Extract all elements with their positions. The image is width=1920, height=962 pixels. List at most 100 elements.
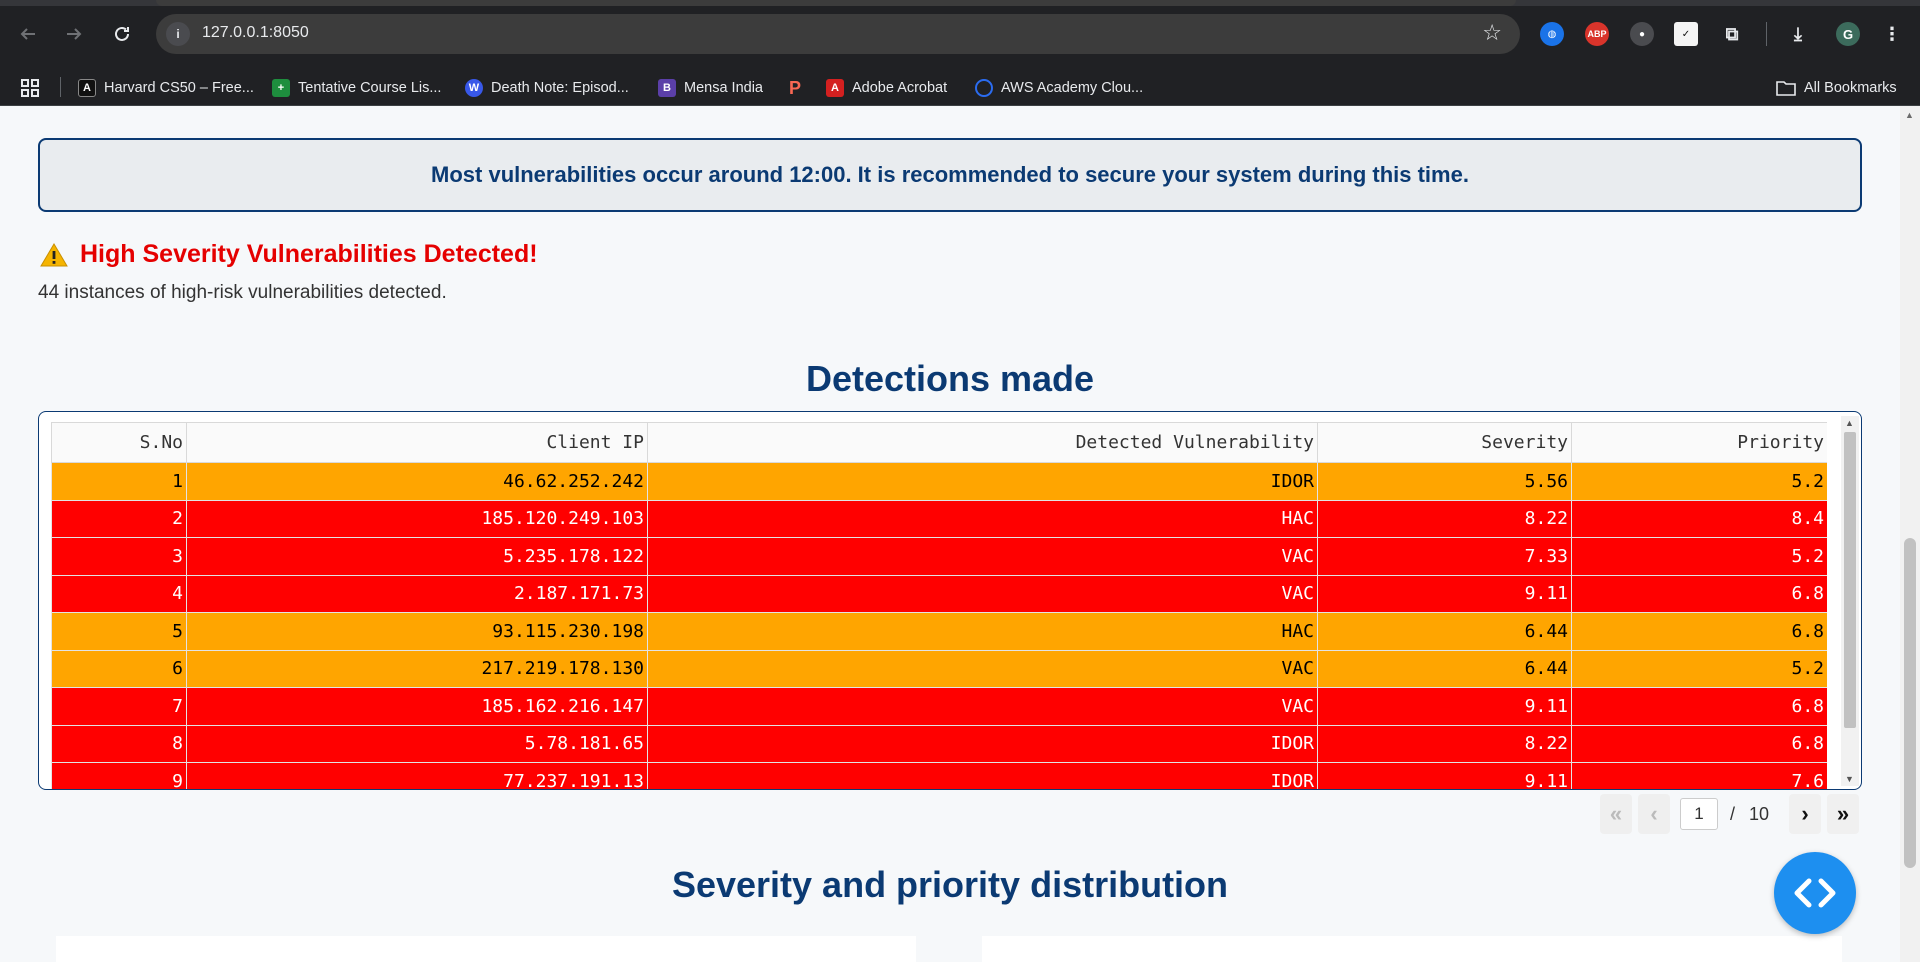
page-scroll-thumb[interactable] bbox=[1904, 538, 1916, 868]
site-info-icon[interactable]: i bbox=[166, 22, 190, 46]
extension-record-icon[interactable]: ● bbox=[1630, 22, 1654, 46]
cell-priority[interactable]: 6.8 bbox=[1571, 724, 1827, 763]
table-row[interactable]: 9 77.237.191.13 IDOR 9.11 7.6 bbox=[51, 762, 1827, 789]
bookmark-star-icon[interactable]: ☆ bbox=[1482, 20, 1502, 46]
previous-page-button[interactable]: ‹ bbox=[1638, 794, 1670, 834]
browser-menu-icon[interactable]: ⋮ bbox=[1880, 22, 1904, 46]
page-scrollbar[interactable]: ▲ bbox=[1900, 106, 1920, 962]
cell-vulnerability[interactable]: VAC bbox=[647, 574, 1318, 613]
cell-severity[interactable]: 9.11 bbox=[1317, 687, 1572, 726]
scroll-up-arrow-icon[interactable]: ▲ bbox=[1845, 418, 1854, 428]
cell-severity[interactable]: 6.44 bbox=[1317, 649, 1572, 688]
cell-vulnerability[interactable]: IDOR bbox=[647, 762, 1318, 789]
cell-vulnerability[interactable]: IDOR bbox=[647, 724, 1318, 763]
adblock-plus-icon[interactable]: ABP bbox=[1585, 22, 1609, 46]
cell-sno[interactable]: 6 bbox=[51, 649, 187, 688]
column-header-severity[interactable]: Severity bbox=[1317, 422, 1572, 463]
cell-severity[interactable]: 8.22 bbox=[1317, 499, 1572, 538]
column-header-priority[interactable]: Priority bbox=[1571, 422, 1827, 463]
cell-vulnerability[interactable]: VAC bbox=[647, 649, 1318, 688]
cell-priority[interactable]: 5.2 bbox=[1571, 462, 1827, 501]
table-row[interactable]: 6 217.219.178.130 VAC 6.44 5.2 bbox=[51, 649, 1827, 688]
detections-table-scroll[interactable]: S.No Client IP Detected Vulnerability Se… bbox=[51, 422, 1827, 789]
column-header-vulnerability[interactable]: Detected Vulnerability bbox=[647, 422, 1318, 463]
cell-priority[interactable]: 6.8 bbox=[1571, 687, 1827, 726]
table-scrollbar[interactable]: ▲ ▼ bbox=[1841, 416, 1859, 786]
table-row[interactable]: 7 185.162.216.147 VAC 9.11 6.8 bbox=[51, 687, 1827, 726]
bookmark-acrobat[interactable]: A Adobe Acrobat bbox=[826, 77, 947, 99]
bookmark-cs50[interactable]: A Harvard CS50 – Free... bbox=[78, 77, 254, 99]
cell-client-ip[interactable]: 77.237.191.13 bbox=[186, 762, 648, 789]
cell-vulnerability[interactable]: HAC bbox=[647, 499, 1318, 538]
back-button[interactable] bbox=[12, 18, 44, 50]
all-bookmarks-folder[interactable]: All Bookmarks bbox=[1776, 77, 1897, 99]
active-tab[interactable] bbox=[156, 0, 1516, 6]
bookmark-aws-academy[interactable]: AWS Academy Clou... bbox=[975, 77, 1143, 99]
extensions-puzzle-icon[interactable]: ⧉ bbox=[1720, 22, 1744, 46]
cell-severity[interactable]: 9.11 bbox=[1317, 762, 1572, 789]
last-page-button[interactable]: » bbox=[1827, 794, 1860, 834]
table-row[interactable]: 1 46.62.252.242 IDOR 5.56 5.2 bbox=[51, 462, 1827, 501]
scroll-down-arrow-icon[interactable]: ▼ bbox=[1845, 774, 1854, 784]
first-page-button[interactable]: « bbox=[1600, 794, 1632, 834]
bookmark-death-note[interactable]: W Death Note: Episod... bbox=[465, 77, 629, 99]
cell-sno[interactable]: 1 bbox=[51, 462, 187, 501]
cell-vulnerability[interactable]: IDOR bbox=[647, 462, 1318, 501]
cell-severity[interactable]: 9.11 bbox=[1317, 574, 1572, 613]
cell-sno[interactable]: 9 bbox=[51, 762, 187, 789]
forward-button[interactable] bbox=[58, 18, 90, 50]
chevron-left-icon: ‹ bbox=[1650, 801, 1658, 826]
column-header-client-ip[interactable]: Client IP bbox=[186, 422, 648, 463]
bookmark-course-list[interactable]: + Tentative Course Lis... bbox=[272, 77, 441, 99]
cell-sno[interactable]: 3 bbox=[51, 537, 187, 576]
reload-button[interactable] bbox=[106, 18, 138, 50]
extension-clipboard-icon[interactable]: ✓ bbox=[1674, 22, 1698, 46]
table-row[interactable]: 3 5.235.178.122 VAC 7.33 5.2 bbox=[51, 537, 1827, 576]
cell-sno[interactable]: 5 bbox=[51, 612, 187, 651]
address-bar[interactable]: i 127.0.0.1:8050 ☆ bbox=[156, 14, 1520, 54]
cell-client-ip[interactable]: 2.187.171.73 bbox=[186, 574, 648, 613]
table-scroll-thumb[interactable] bbox=[1844, 432, 1856, 728]
current-page-input[interactable]: 1 bbox=[1680, 798, 1718, 830]
cell-client-ip[interactable]: 185.162.216.147 bbox=[186, 687, 648, 726]
cell-vulnerability[interactable]: VAC bbox=[647, 537, 1318, 576]
apps-grid-icon[interactable] bbox=[20, 77, 40, 99]
profile-avatar[interactable]: G bbox=[1836, 22, 1860, 46]
cell-severity[interactable]: 5.56 bbox=[1317, 462, 1572, 501]
cell-severity[interactable]: 7.33 bbox=[1317, 537, 1572, 576]
cell-client-ip[interactable]: 46.62.252.242 bbox=[186, 462, 648, 501]
cell-severity[interactable]: 6.44 bbox=[1317, 612, 1572, 651]
cell-sno[interactable]: 7 bbox=[51, 687, 187, 726]
table-row[interactable]: 2 185.120.249.103 HAC 8.22 8.4 bbox=[51, 499, 1827, 538]
cell-sno[interactable]: 2 bbox=[51, 499, 187, 538]
dev-tools-button[interactable] bbox=[1774, 852, 1856, 934]
cell-client-ip[interactable]: 217.219.178.130 bbox=[186, 649, 648, 688]
cell-priority[interactable]: 6.8 bbox=[1571, 612, 1827, 651]
bookmark-patreon[interactable]: P bbox=[786, 77, 812, 99]
next-page-button[interactable]: › bbox=[1789, 794, 1822, 834]
cell-priority[interactable]: 6.8 bbox=[1571, 574, 1827, 613]
cell-severity[interactable]: 8.22 bbox=[1317, 724, 1572, 763]
cell-client-ip[interactable]: 93.115.230.198 bbox=[186, 612, 648, 651]
downloads-icon[interactable]: ⤓ bbox=[1786, 22, 1810, 46]
cell-vulnerability[interactable]: HAC bbox=[647, 612, 1318, 651]
cell-priority[interactable]: 5.2 bbox=[1571, 537, 1827, 576]
cell-sno[interactable]: 4 bbox=[51, 574, 187, 613]
page-scroll-up-icon[interactable]: ▲ bbox=[1905, 110, 1914, 120]
cell-client-ip[interactable]: 185.120.249.103 bbox=[186, 499, 648, 538]
cell-client-ip[interactable]: 5.235.178.122 bbox=[186, 537, 648, 576]
cell-client-ip[interactable]: 5.78.181.65 bbox=[186, 724, 648, 763]
cell-sno[interactable]: 8 bbox=[51, 724, 187, 763]
bookmark-mensa[interactable]: B Mensa India bbox=[658, 77, 763, 99]
table-row[interactable]: 5 93.115.230.198 HAC 6.44 6.8 bbox=[51, 612, 1827, 651]
cell-priority[interactable]: 8.4 bbox=[1571, 499, 1827, 538]
extension-globe-icon[interactable]: ◍ bbox=[1540, 22, 1564, 46]
bookmark-label: Tentative Course Lis... bbox=[298, 80, 442, 96]
cell-vulnerability[interactable]: VAC bbox=[647, 687, 1318, 726]
table-row[interactable]: 4 2.187.171.73 VAC 9.11 6.8 bbox=[51, 574, 1827, 613]
column-header-sno[interactable]: S.No bbox=[51, 422, 187, 463]
cell-priority[interactable]: 5.2 bbox=[1571, 649, 1827, 688]
table-row[interactable]: 8 5.78.181.65 IDOR 8.22 6.8 bbox=[51, 724, 1827, 763]
url-text[interactable]: 127.0.0.1:8050 bbox=[202, 24, 309, 42]
cell-priority[interactable]: 7.6 bbox=[1571, 762, 1827, 789]
